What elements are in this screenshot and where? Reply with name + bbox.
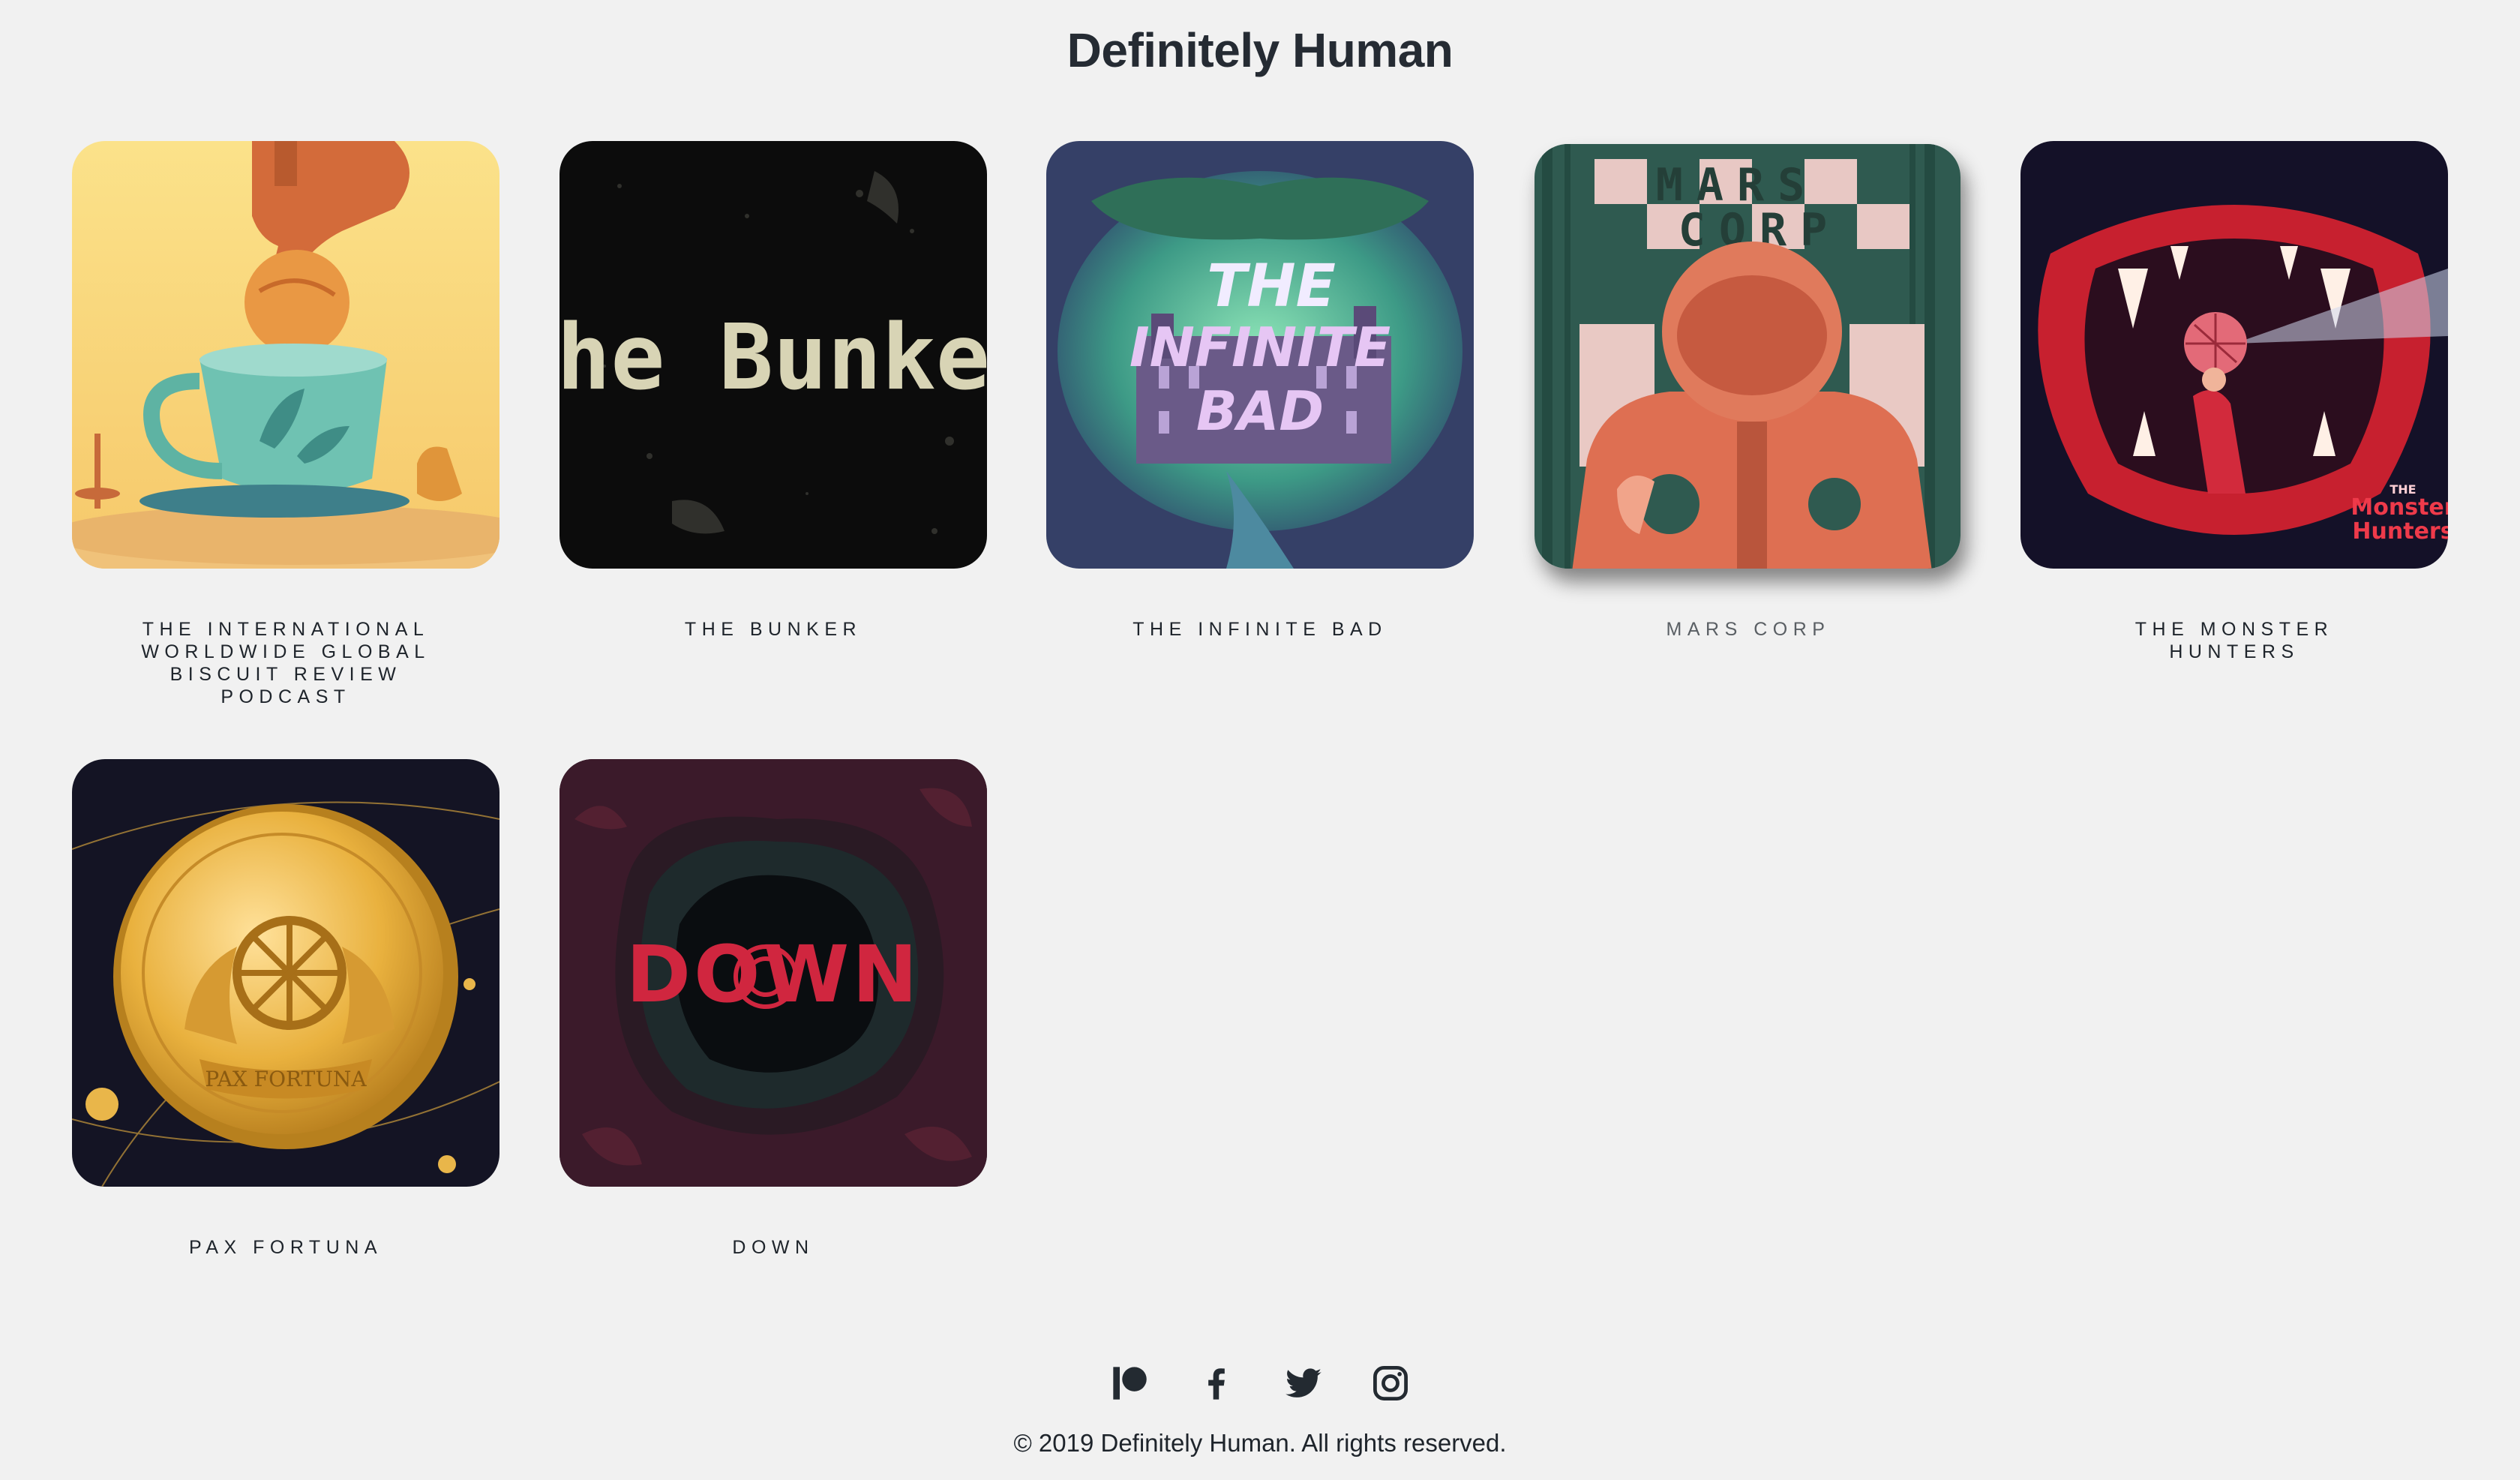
podcast-cover-biscuit-review[interactable] (72, 141, 500, 569)
podcast-title[interactable]: THE BUNKER (560, 618, 987, 641)
cover-art-text: THE (1207, 253, 1336, 320)
podcast-card-down[interactable]: DOWN DOWN (560, 759, 987, 1259)
instagram-icon[interactable] (1370, 1362, 1412, 1404)
copyright-text: © 2019 Definitely Human. All rights rese… (1013, 1429, 1507, 1457)
podcast-title[interactable]: THE MONSTER HUNTERS (2020, 618, 2448, 663)
cover-art-down: DOWN (560, 759, 987, 1187)
facebook-icon[interactable] (1196, 1362, 1238, 1404)
podcast-cover-the-infinite-bad[interactable]: THE INFINITE BAD (1046, 141, 1474, 569)
podcast-card-biscuit-review[interactable]: THE INTERNATIONAL WORLDWIDE GLOBAL BISCU… (72, 141, 500, 708)
site-title: Definitely Human (1066, 23, 1454, 77)
cover-art-text: BAD (1196, 380, 1324, 443)
podcast-card-the-monster-hunters[interactable]: THE Monster Hunters THE MONSTER HUNTERS (2020, 141, 2448, 663)
cover-art-mars-corp: MARS CORP (1534, 144, 1960, 569)
cover-art-text: PAX FORTUNA (205, 1067, 367, 1091)
cover-art-monster-hunters: THE Monster Hunters (2020, 141, 2448, 569)
podcast-title[interactable]: THE INTERNATIONAL WORLDWIDE GLOBAL BISCU… (72, 618, 500, 708)
podcast-cover-the-bunker[interactable]: The Bunker (560, 141, 987, 569)
podcast-card-pax-fortuna[interactable]: PAX FORTUNA PAX FORTUNA (72, 759, 500, 1259)
podcast-title[interactable]: PAX FORTUNA (72, 1236, 500, 1259)
cover-art-text: INFINITE (1130, 316, 1390, 379)
podcast-cover-pax-fortuna[interactable]: PAX FORTUNA (72, 759, 500, 1187)
podcast-card-the-bunker[interactable]: The Bunker THE BUNKER (560, 141, 987, 641)
podcast-title[interactable]: THE INFINITE BAD (1046, 618, 1474, 641)
cover-art-text: Monster (2350, 494, 2448, 521)
cover-art-text: DOWN (626, 929, 921, 1020)
podcast-cover-the-monster-hunters[interactable]: THE Monster Hunters (2020, 141, 2448, 569)
podcast-cover-mars-corp[interactable]: MARS CORP (1534, 144, 1960, 569)
cover-art-pax-fortuna: PAX FORTUNA (72, 759, 500, 1187)
cover-art-text: The Bunker (560, 306, 987, 410)
podcast-cover-down[interactable]: DOWN (560, 759, 987, 1187)
cover-art-text: Hunters (2352, 518, 2448, 545)
twitter-icon[interactable] (1282, 1362, 1324, 1404)
cover-art-infinite-bad: THE INFINITE BAD (1046, 141, 1474, 569)
cover-art-biscuit (72, 141, 500, 569)
social-links (0, 1362, 2520, 1404)
podcast-card-the-infinite-bad[interactable]: THE INFINITE BAD THE INFINITE BAD (1046, 141, 1474, 641)
podcast-title[interactable]: DOWN (560, 1236, 987, 1259)
cover-art-bunker: The Bunker (560, 141, 987, 569)
podcast-title[interactable]: MARS CORP (1534, 618, 1962, 641)
podcast-card-mars-corp[interactable]: MARS CORP MARS CORP (1534, 141, 1962, 641)
patreon-icon[interactable] (1108, 1362, 1150, 1404)
